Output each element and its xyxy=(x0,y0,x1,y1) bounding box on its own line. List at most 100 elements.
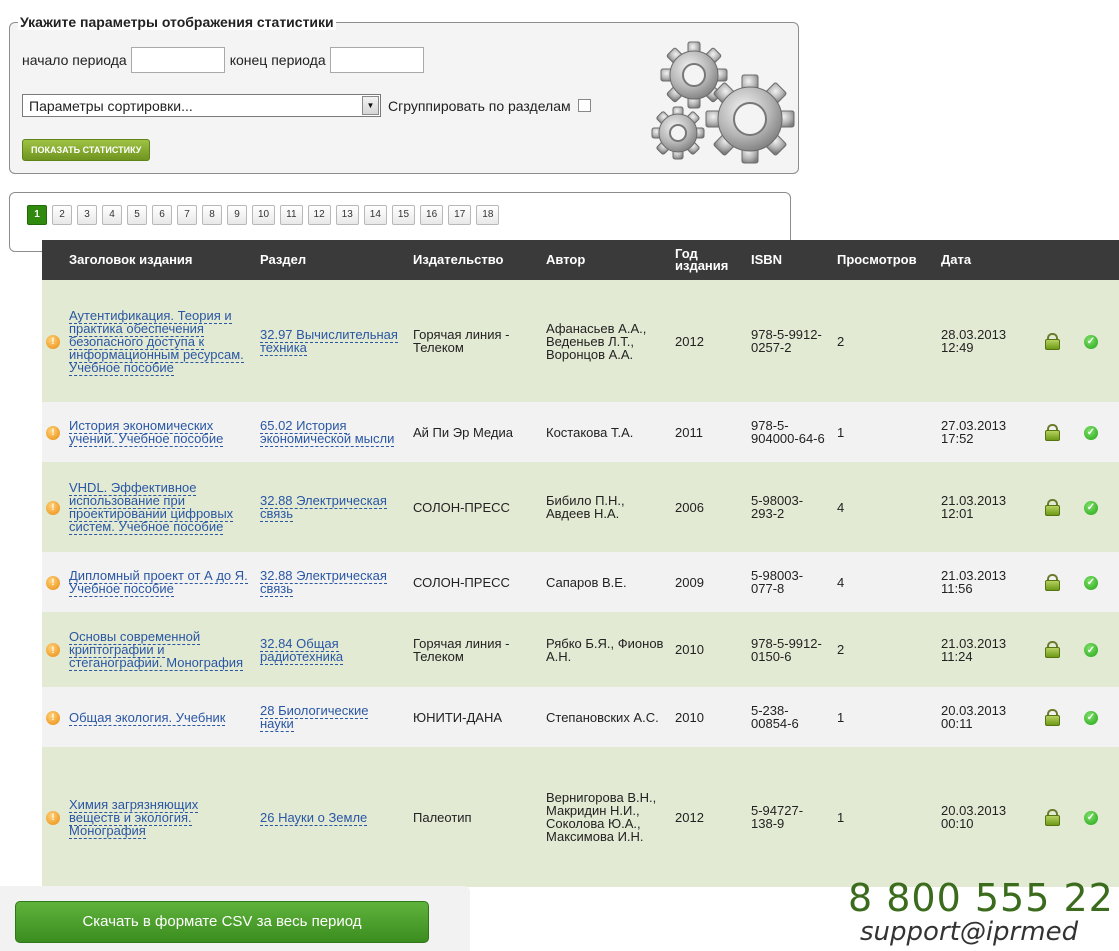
group-by-section-checkbox[interactable] xyxy=(577,99,591,112)
page-button-6[interactable]: 6 xyxy=(152,205,172,225)
page-button-14[interactable]: 14 xyxy=(363,205,387,225)
page-button-17[interactable]: 17 xyxy=(448,205,472,225)
lock-cell xyxy=(1041,280,1080,402)
table-row: ! История экономических учений. Учебное … xyxy=(42,402,1119,462)
check-icon[interactable]: ✓ xyxy=(1084,500,1098,515)
info-icon[interactable]: ! xyxy=(46,643,60,658)
check-icon[interactable]: ✓ xyxy=(1084,334,1098,349)
page-button-13[interactable]: 13 xyxy=(335,205,359,225)
check-icon[interactable]: ✓ xyxy=(1084,710,1098,725)
lock-cell xyxy=(1041,687,1080,747)
page-button-4[interactable]: 4 xyxy=(102,205,122,225)
section-link[interactable]: 65.02 История экономической мысли xyxy=(260,418,395,447)
date-cell: 21.03.2013 12:01 xyxy=(937,462,1041,552)
info-icon[interactable]: ! xyxy=(46,710,60,725)
lock-icon[interactable] xyxy=(1045,332,1060,350)
lock-icon[interactable] xyxy=(1045,708,1060,726)
table-row: ! VHDL. Эффективное использование при пр… xyxy=(42,462,1119,552)
section-link[interactable]: 32.97 Вычислительная техника xyxy=(260,327,398,356)
title-cell: Дипломный проект от А до Я. Учебное посо… xyxy=(65,552,256,612)
page-button-15[interactable]: 15 xyxy=(391,205,416,225)
section-link[interactable]: 32.84 Общая радиотехника xyxy=(260,635,344,665)
period-row: начало периода конец периода xyxy=(22,47,429,73)
isbn-cell: 5-98003-077-8 xyxy=(747,552,833,612)
title-link[interactable]: История экономических учений. Учебное по… xyxy=(69,418,224,447)
info-icon[interactable]: ! xyxy=(46,810,60,825)
page-button-8[interactable]: 8 xyxy=(202,205,222,225)
header-title[interactable]: Заголовок издания xyxy=(65,240,256,280)
check-icon[interactable]: ✓ xyxy=(1084,575,1098,590)
publisher-cell: Горячая линия - Телеком xyxy=(409,280,542,402)
views-cell: 4 xyxy=(833,462,937,552)
info-icon[interactable]: ! xyxy=(46,500,60,515)
date-cell: 21.03.2013 11:56 xyxy=(937,552,1041,612)
publisher-cell: Горячая линия - Телеком xyxy=(409,612,542,687)
info-cell: ! xyxy=(42,747,65,887)
group-by-section-label: Сгруппировать по разделам xyxy=(388,97,571,114)
info-icon[interactable]: ! xyxy=(46,425,60,440)
status-cell: ✓ xyxy=(1080,280,1119,402)
page-button-11[interactable]: 11 xyxy=(280,205,303,225)
info-icon[interactable]: ! xyxy=(46,575,60,590)
lock-icon[interactable] xyxy=(1045,808,1060,826)
header-year[interactable]: Год издания xyxy=(671,240,747,280)
header-views[interactable]: Просмотров xyxy=(833,240,937,280)
title-link[interactable]: VHDL. Эффективное использование при прое… xyxy=(69,480,234,535)
header-publisher[interactable]: Издательство xyxy=(409,240,542,280)
section-link[interactable]: 32.88 Электрическая связь xyxy=(260,568,387,597)
lock-icon[interactable] xyxy=(1045,573,1060,591)
page-button-5[interactable]: 5 xyxy=(127,205,147,225)
info-icon[interactable]: ! xyxy=(46,334,60,349)
year-cell: 2010 xyxy=(671,612,747,687)
support-email[interactable]: support@iprmed xyxy=(860,917,1078,947)
header-info-col xyxy=(42,240,65,280)
check-icon[interactable]: ✓ xyxy=(1084,425,1098,440)
lock-icon[interactable] xyxy=(1045,641,1060,658)
header-author[interactable]: Автор xyxy=(542,240,671,280)
end-period-input[interactable] xyxy=(329,47,424,73)
header-section[interactable]: Раздел xyxy=(256,240,409,280)
header-isbn[interactable]: ISBN xyxy=(747,240,833,280)
date-cell: 27.03.2013 17:52 xyxy=(937,402,1041,462)
start-period-input[interactable] xyxy=(130,47,225,73)
isbn-cell: 5-98003-293-2 xyxy=(747,462,833,552)
lock-cell xyxy=(1041,462,1080,552)
page-button-10[interactable]: 10 xyxy=(252,205,276,225)
isbn-cell: 978-5-9912-0150-6 xyxy=(747,612,833,687)
views-cell: 2 xyxy=(833,280,937,402)
show-statistics-button[interactable]: показать статистику xyxy=(22,139,151,161)
title-link[interactable]: Химия загрязняющих веществ и экология. М… xyxy=(69,796,199,839)
section-link[interactable]: 28 Биологические науки xyxy=(260,703,369,732)
lock-icon[interactable] xyxy=(1045,498,1060,516)
status-cell: ✓ xyxy=(1080,552,1119,612)
page-button-1[interactable]: 1 xyxy=(27,205,47,225)
page-button-7[interactable]: 7 xyxy=(177,205,197,225)
title-link[interactable]: Основы современной криптографии и стеган… xyxy=(69,629,244,671)
page-button-12[interactable]: 12 xyxy=(307,205,331,225)
info-cell: ! xyxy=(42,612,65,687)
header-date[interactable]: Дата xyxy=(937,240,1041,280)
lock-cell xyxy=(1041,552,1080,612)
page-button-2[interactable]: 2 xyxy=(52,205,72,225)
title-link[interactable]: Дипломный проект от А до Я. Учебное посо… xyxy=(69,568,248,597)
check-icon[interactable]: ✓ xyxy=(1084,810,1098,825)
year-cell: 2010 xyxy=(671,687,747,747)
sort-select[interactable]: Параметры сортировки... ▼ xyxy=(22,94,381,117)
title-link[interactable]: Аутентификация. Теория и практика обеспе… xyxy=(69,307,244,376)
section-link[interactable]: 32.88 Электрическая связь xyxy=(260,493,387,522)
dropdown-arrow-icon[interactable]: ▼ xyxy=(362,96,379,115)
section-cell: 65.02 История экономической мысли xyxy=(256,402,409,462)
download-csv-button[interactable]: Скачать в формате CSV за весь период xyxy=(15,901,429,943)
page-button-18[interactable]: 18 xyxy=(476,205,500,225)
title-link[interactable]: Общая экология. Учебник xyxy=(69,709,226,726)
date-cell: 20.03.2013 00:11 xyxy=(937,687,1041,747)
page-button-3[interactable]: 3 xyxy=(77,205,97,225)
page-button-9[interactable]: 9 xyxy=(227,205,247,225)
views-cell: 1 xyxy=(833,402,937,462)
lock-cell xyxy=(1041,612,1080,687)
publisher-cell: ЮНИТИ-ДАНА xyxy=(409,687,542,747)
section-link[interactable]: 26 Науки о Земле xyxy=(260,809,368,826)
page-button-16[interactable]: 16 xyxy=(420,205,444,225)
check-icon[interactable]: ✓ xyxy=(1084,643,1098,658)
lock-icon[interactable] xyxy=(1045,423,1060,441)
